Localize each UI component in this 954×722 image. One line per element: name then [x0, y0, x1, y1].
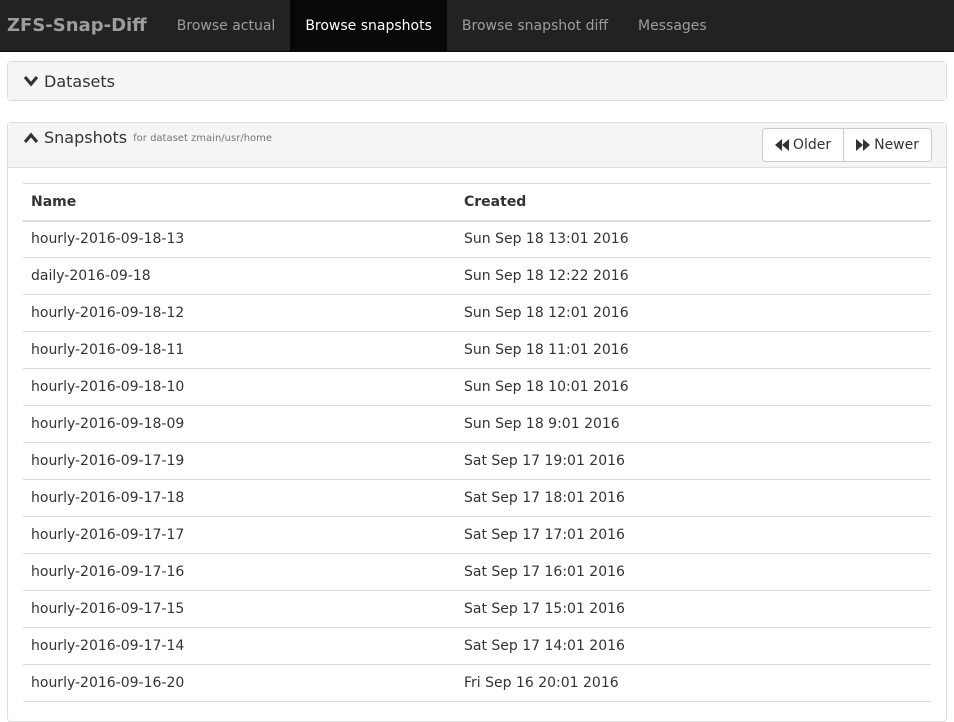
table-row[interactable]: hourly-2016-09-17-17 Sat Sep 17 17:01 201…	[23, 516, 931, 554]
snapshots-panel-title: Snapshots for dataset zmain/usr/home	[23, 128, 272, 147]
nav-messages[interactable]: Messages	[623, 0, 722, 51]
snapshot-created: Sun Sep 18 12:01 2016	[456, 294, 931, 332]
snapshot-created: Sat Sep 17 19:01 2016	[456, 442, 931, 480]
table-row[interactable]: hourly-2016-09-17-19 Sat Sep 17 19:01 201…	[23, 442, 931, 480]
column-header-created[interactable]: Created	[456, 183, 931, 222]
snapshot-name[interactable]: hourly-2016-09-17-16	[23, 553, 456, 591]
table-row[interactable]: hourly-2016-09-17-14 Sat Sep 17 14:01 201…	[23, 627, 931, 665]
snapshot-created: Sun Sep 18 11:01 2016	[456, 331, 931, 369]
table-header-row: Name Created	[23, 183, 931, 222]
app-brand[interactable]: ZFS-Snap-Diff	[0, 0, 162, 51]
table-row[interactable]: daily-2016-09-18 Sun Sep 18 12:22 2016	[23, 257, 931, 295]
nav-browse-snapshots[interactable]: Browse snapshots	[290, 0, 447, 51]
table-row[interactable]: hourly-2016-09-17-15 Sat Sep 17 15:01 201…	[23, 590, 931, 628]
table-row[interactable]: hourly-2016-09-17-18 Sat Sep 17 18:01 201…	[23, 479, 931, 517]
snapshots-subtitle: for dataset zmain/usr/home	[133, 133, 273, 144]
snapshot-name[interactable]: hourly-2016-09-17-18	[23, 479, 456, 517]
snapshot-created: Sat Sep 17 17:01 2016	[456, 516, 931, 554]
snapshot-created: Sat Sep 17 16:01 2016	[456, 553, 931, 591]
snapshot-name[interactable]: hourly-2016-09-18-13	[23, 220, 456, 258]
backward-icon	[774, 139, 789, 151]
snapshot-created: Sat Sep 17 14:01 2016	[456, 627, 931, 665]
snapshots-panel: Snapshots for dataset zmain/usr/home Old…	[7, 122, 947, 722]
forward-icon	[856, 139, 871, 151]
snapshot-name[interactable]: hourly-2016-09-17-19	[23, 442, 456, 480]
snapshots-table: Name Created hourly-2016-09-18-13 Sun Sep…	[23, 183, 931, 702]
snapshots-table-body: hourly-2016-09-18-13 Sun Sep 18 13:01 201…	[23, 220, 931, 702]
snapshot-name[interactable]: hourly-2016-09-17-17	[23, 516, 456, 554]
newer-button[interactable]: Newer	[844, 128, 932, 162]
datasets-title-text: Datasets	[44, 71, 115, 91]
older-button[interactable]: Older	[761, 128, 845, 162]
snapshot-name[interactable]: daily-2016-09-18	[23, 257, 456, 295]
datasets-panel-heading[interactable]: Datasets	[8, 62, 946, 100]
snapshot-created: Sun Sep 18 10:01 2016	[456, 368, 931, 406]
column-header-name[interactable]: Name	[23, 183, 456, 222]
snapshot-created: Sat Sep 17 15:01 2016	[456, 590, 931, 628]
snapshot-name[interactable]: hourly-2016-09-18-12	[23, 294, 456, 332]
older-label: Older	[792, 137, 832, 153]
snapshot-created: Sun Sep 18 9:01 2016	[456, 405, 931, 443]
snapshot-created: Fri Sep 16 20:01 2016	[456, 664, 931, 702]
pager-button-group: Older Newer	[761, 128, 932, 162]
snapshots-panel-heading[interactable]: Snapshots for dataset zmain/usr/home Old…	[8, 123, 946, 168]
table-row[interactable]: hourly-2016-09-18-11 Sun Sep 18 11:01 201…	[23, 331, 931, 369]
datasets-panel-title: Datasets	[23, 72, 115, 91]
table-row[interactable]: hourly-2016-09-16-20 Fri Sep 16 20:01 201…	[23, 664, 931, 702]
datasets-panel: Datasets	[7, 61, 947, 101]
table-row[interactable]: hourly-2016-09-18-12 Sun Sep 18 12:01 201…	[23, 294, 931, 332]
snapshot-created: Sat Sep 17 18:01 2016	[456, 479, 931, 517]
table-row[interactable]: hourly-2016-09-18-10 Sun Sep 18 10:01 201…	[23, 368, 931, 406]
snapshot-name[interactable]: hourly-2016-09-17-14	[23, 627, 456, 665]
chevron-down-icon	[23, 73, 39, 89]
snapshot-name[interactable]: hourly-2016-09-17-15	[23, 590, 456, 628]
snapshot-name[interactable]: hourly-2016-09-18-11	[23, 331, 456, 369]
snapshot-name[interactable]: hourly-2016-09-18-09	[23, 405, 456, 443]
table-row[interactable]: hourly-2016-09-17-16 Sat Sep 17 16:01 201…	[23, 553, 931, 591]
top-navbar: ZFS-Snap-Diff Browse actual Browse snaps…	[0, 0, 954, 52]
newer-label: Newer	[874, 137, 919, 153]
snapshot-name[interactable]: hourly-2016-09-18-10	[23, 368, 456, 406]
snapshots-panel-body: Name Created hourly-2016-09-18-13 Sun Sep…	[8, 168, 946, 702]
table-row[interactable]: hourly-2016-09-18-09 Sun Sep 18 9:01 2016	[23, 405, 931, 443]
snapshot-name[interactable]: hourly-2016-09-16-20	[23, 664, 456, 702]
nav-browse-snapshot-diff[interactable]: Browse snapshot diff	[447, 0, 623, 51]
chevron-up-icon	[23, 130, 39, 146]
snapshot-created: Sun Sep 18 12:22 2016	[456, 257, 931, 295]
snapshots-title-text: Snapshots	[44, 128, 128, 147]
table-row[interactable]: hourly-2016-09-18-13 Sun Sep 18 13:01 201…	[23, 220, 931, 258]
snapshot-created: Sun Sep 18 13:01 2016	[456, 220, 931, 258]
nav-browse-actual[interactable]: Browse actual	[162, 0, 291, 51]
